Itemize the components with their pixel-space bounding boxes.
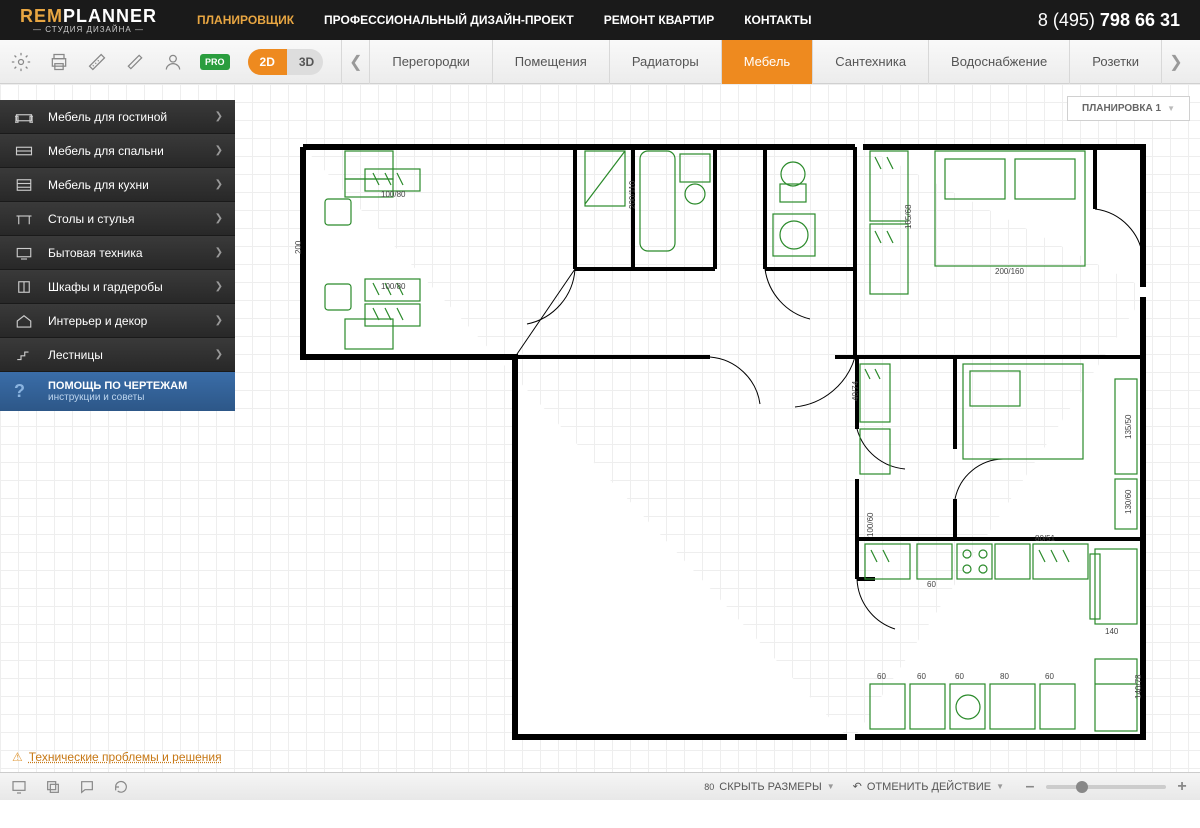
chevron-right-icon: ❯	[215, 349, 223, 360]
phone: 8 (495) 798 66 31	[1038, 10, 1180, 31]
chevron-down-icon: ▼	[996, 782, 1004, 791]
tab-radiators[interactable]: Радиаторы	[609, 40, 721, 84]
gear-icon[interactable]	[10, 51, 32, 73]
plan-selector[interactable]: ПЛАНИРОВКА 1▼	[1067, 96, 1190, 121]
undo-icon: ↶	[853, 780, 862, 793]
svg-text:100/80: 100/80	[381, 190, 406, 199]
chevron-down-icon: ▼	[827, 782, 835, 791]
svg-text:140: 140	[1105, 627, 1119, 636]
screen-icon[interactable]	[10, 778, 28, 796]
tech-issues-link[interactable]: ⚠ Технические проблемы и решения	[12, 750, 222, 764]
warning-icon: ⚠	[12, 750, 23, 764]
tab-scroll-left[interactable]: ❮	[341, 40, 369, 84]
toolbar: PRO 2D 3D ❮ Перегородки Помещения Радиат…	[0, 40, 1200, 84]
svg-text:40/74: 40/74	[851, 380, 860, 401]
svg-text:80/51: 80/51	[1035, 534, 1056, 543]
workspace: Мебель для гостиной❯ Мебель для спальни❯…	[0, 84, 1200, 800]
sidebar: Мебель для гостиной❯ Мебель для спальни❯…	[0, 100, 235, 411]
header: REMPLANNER — СТУДИЯ ДИЗАЙНА — ПЛАНИРОВЩИ…	[0, 0, 1200, 40]
zoom-in-button[interactable]: +	[1174, 778, 1190, 796]
svg-text:200/110: 200/110	[628, 180, 637, 209]
refresh-icon[interactable]	[112, 778, 130, 796]
sidebar-item-appliances[interactable]: Бытовая техника❯	[0, 236, 235, 270]
view-3d-button[interactable]: 3D	[287, 49, 324, 75]
svg-text:60: 60	[1045, 672, 1054, 681]
view-toggle: 2D 3D	[248, 49, 324, 75]
tools-icon[interactable]	[124, 51, 146, 73]
person-icon[interactable]	[162, 51, 184, 73]
chevron-right-icon: ❯	[215, 145, 223, 156]
hide-sizes-button[interactable]: 80СКРЫТЬ РАЗМЕРЫ▼	[704, 781, 834, 793]
zoom-slider[interactable]	[1046, 785, 1166, 789]
nav-design[interactable]: ПРОФЕССИОНАЛЬНЫЙ ДИЗАЙН-ПРОЕКТ	[324, 13, 574, 27]
tv-icon	[14, 246, 34, 260]
chevron-right-icon: ❯	[215, 281, 223, 292]
svg-text:60: 60	[917, 672, 926, 681]
svg-text:200/160: 200/160	[995, 267, 1024, 276]
sidebar-item-decor[interactable]: Интерьер и декор❯	[0, 304, 235, 338]
chevron-right-icon: ❯	[215, 247, 223, 258]
question-icon: ?	[14, 381, 34, 402]
house-icon	[14, 314, 34, 328]
chevron-right-icon: ❯	[215, 111, 223, 122]
chat-icon[interactable]	[78, 778, 96, 796]
chevron-down-icon: ▼	[1167, 104, 1175, 113]
tab-walls[interactable]: Перегородки	[369, 40, 491, 84]
nav-contacts[interactable]: КОНТАКТЫ	[744, 13, 811, 27]
sidebar-item-stairs[interactable]: Лестницы❯	[0, 338, 235, 372]
floorplan[interactable]: 100/80 100/80 200/110 200/160 165/68 135…	[295, 139, 1155, 749]
svg-text:100/80: 100/80	[381, 282, 406, 291]
svg-text:140/78: 140/78	[1134, 674, 1143, 699]
sofa-icon	[14, 110, 34, 124]
undo-button[interactable]: ↶ОТМЕНИТЬ ДЕЙСТВИЕ▼	[853, 780, 1004, 793]
wardrobe-icon	[14, 280, 34, 294]
tab-sockets[interactable]: Розетки	[1069, 40, 1162, 84]
copy-icon[interactable]	[44, 778, 62, 796]
nav-planner[interactable]: ПЛАНИРОВЩИК	[197, 13, 294, 27]
stairs-icon	[14, 348, 34, 362]
nav-repair[interactable]: РЕМОНТ КВАРТИР	[604, 13, 715, 27]
tab-scroll-right[interactable]: ❯	[1162, 40, 1190, 84]
svg-text:60: 60	[927, 580, 936, 589]
table-icon	[14, 212, 34, 226]
logo[interactable]: REMPLANNER — СТУДИЯ ДИЗАЙНА —	[20, 6, 157, 34]
zoom-control: – +	[1022, 778, 1190, 796]
drawers-icon	[14, 178, 34, 192]
chevron-right-icon: ❯	[215, 315, 223, 326]
bed-icon	[14, 144, 34, 158]
main-nav: ПЛАНИРОВЩИК ПРОФЕССИОНАЛЬНЫЙ ДИЗАЙН-ПРОЕ…	[197, 13, 811, 27]
svg-text:100/60: 100/60	[866, 512, 875, 537]
svg-text:130/60: 130/60	[1124, 489, 1133, 514]
chevron-right-icon: ❯	[215, 179, 223, 190]
svg-text:60: 60	[877, 672, 886, 681]
ruler-icon[interactable]	[86, 51, 108, 73]
pro-badge[interactable]: PRO	[200, 54, 230, 70]
tabs: ❮ Перегородки Помещения Радиаторы Мебель…	[341, 40, 1190, 84]
sidebar-item-living[interactable]: Мебель для гостиной❯	[0, 100, 235, 134]
help-button[interactable]: ? ПОМОЩЬ ПО ЧЕРТЕЖАМинструкции и советы	[0, 372, 235, 411]
tab-plumbing[interactable]: Сантехника	[812, 40, 928, 84]
tab-furniture[interactable]: Мебель	[721, 40, 813, 84]
sidebar-item-tables[interactable]: Столы и стулья❯	[0, 202, 235, 236]
sidebar-item-bedroom[interactable]: Мебель для спальни❯	[0, 134, 235, 168]
sidebar-item-wardrobes[interactable]: Шкафы и гардеробы❯	[0, 270, 235, 304]
svg-text:60: 60	[955, 672, 964, 681]
bottombar: 80СКРЫТЬ РАЗМЕРЫ▼ ↶ОТМЕНИТЬ ДЕЙСТВИЕ▼ – …	[0, 772, 1200, 800]
svg-text:80: 80	[1000, 672, 1009, 681]
chevron-right-icon: ❯	[215, 213, 223, 224]
svg-text:200: 200	[295, 240, 303, 254]
tab-water[interactable]: Водоснабжение	[928, 40, 1069, 84]
view-2d-button[interactable]: 2D	[248, 49, 287, 75]
zoom-out-button[interactable]: –	[1022, 778, 1038, 796]
tab-rooms[interactable]: Помещения	[492, 40, 609, 84]
sidebar-item-kitchen[interactable]: Мебель для кухни❯	[0, 168, 235, 202]
svg-text:135/50: 135/50	[1124, 414, 1133, 439]
print-icon[interactable]	[48, 51, 70, 73]
svg-text:165/68: 165/68	[904, 204, 913, 229]
